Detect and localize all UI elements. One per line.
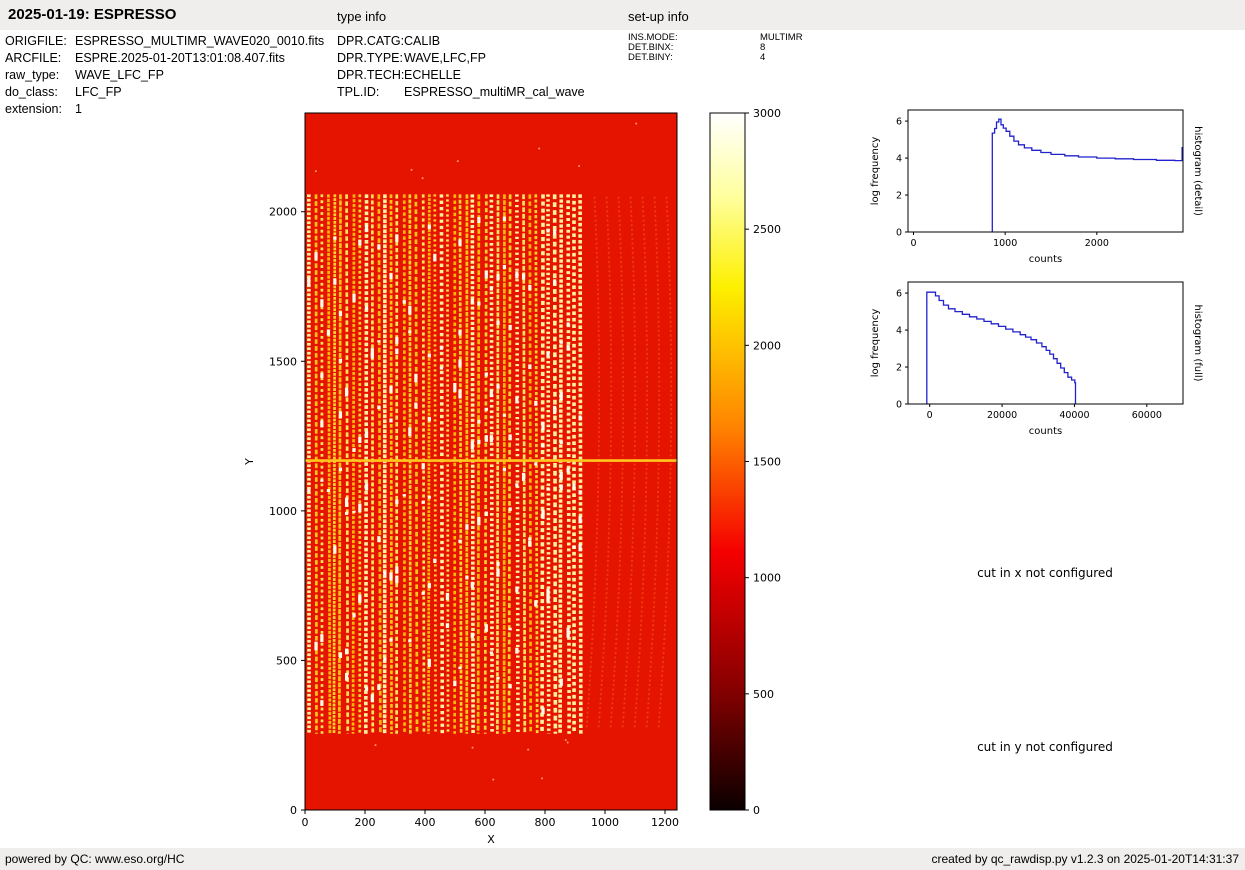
meta-value: 4	[760, 51, 766, 63]
meta-row: raw_type: WAVE_LFC_FP	[5, 67, 324, 84]
tick-label: 600	[475, 816, 496, 829]
meta-label: ARCFILE:	[5, 51, 62, 65]
tick-label: 40000	[1059, 410, 1089, 421]
hist-right-label: histogram (full)	[1192, 304, 1203, 381]
histogram-detail-plot: 0 1000 2000 0 2 4 6 counts log frequency histogra…	[870, 109, 1203, 265]
colorbar-tick-label: 3000	[753, 107, 781, 120]
x-axis-label: counts	[1029, 254, 1062, 265]
setup-info-heading: set-up info	[628, 9, 689, 24]
colorbar-tick-label: 1500	[753, 456, 781, 469]
meta-row: ARCFILE: ESPRE.2025-01-20T13:01:08.407.fi…	[5, 50, 324, 67]
tick-label: 200	[355, 816, 376, 829]
tick-label: 0	[896, 400, 902, 411]
meta-row: DPR.CATG:CALIB	[337, 33, 585, 50]
x-axis-label: counts	[1029, 426, 1062, 437]
x-axis-label: X	[487, 833, 495, 846]
meta-value: WAVE,LFC,FP	[404, 51, 486, 65]
tick-label: 1500	[269, 355, 297, 368]
footer-left: powered by QC: www.eso.org/HC	[5, 852, 185, 866]
cut-y-message: cut in y not configured	[977, 740, 1113, 754]
colorbar-tick-label: 500	[753, 688, 774, 701]
colorbar-tick-label: 2000	[753, 339, 781, 352]
meta-value: LFC_FP	[75, 85, 122, 99]
tick-label: 1000	[269, 505, 297, 518]
tick-label: 0	[910, 238, 916, 249]
colorbar-tick-label: 0	[753, 804, 760, 817]
meta-label: extension:	[5, 102, 62, 116]
meta-label: do_class:	[5, 85, 58, 99]
colorbar-tick-label: 2500	[753, 223, 781, 236]
meta-value: ESPRE.2025-01-20T13:01:08.407.fits	[75, 51, 285, 65]
tick-label: 400	[415, 816, 436, 829]
y-axis-label: log frequency	[870, 309, 881, 378]
meta-value: 1	[75, 102, 82, 116]
header-bar: 2025-01-19: ESPRESSO type info set-up in…	[0, 0, 1245, 30]
page-title: 2025-01-19: ESPRESSO	[8, 6, 177, 23]
hist-right-label: histogram (detail)	[1192, 126, 1203, 216]
meta-row: ORIGFILE: ESPRESSO_MULTIMR_WAVE020_0010.f…	[5, 33, 324, 50]
setup-info-block: INS.MODE: MULTIMR DET.BINX: 8 DET.BINY: 4	[628, 33, 803, 62]
raw-frame-plot: 0 200 400 600 800 1000 1200 0 500 1000 1500 2000 X Y 0…	[243, 107, 781, 846]
colorbar-tick-label: 1000	[753, 572, 781, 585]
tick-label: 0	[290, 804, 297, 817]
footer-bar: powered by QC: www.eso.org/HC created by…	[0, 848, 1245, 870]
type-info-block: DPR.CATG:CALIB DPR.TYPE:WAVE,LFC,FP DPR.TE…	[337, 33, 585, 101]
tick-label: 0	[896, 228, 902, 239]
tick-label: 500	[276, 654, 297, 667]
colorbar	[709, 112, 746, 811]
meta-label: DET.BINY:	[628, 51, 673, 63]
tick-label: 2	[896, 191, 902, 202]
tick-label: 0	[302, 816, 309, 829]
tick-label: 1000	[993, 238, 1017, 249]
tick-label: 6	[896, 117, 902, 128]
tick-label: 60000	[1132, 410, 1162, 421]
meta-value: MULTIMR	[760, 32, 803, 43]
histogram-full-plot: 0 20000 40000 60000 0 2 4 6 counts log frequency h…	[870, 281, 1203, 437]
y-axis-label: Y	[243, 458, 256, 466]
tick-label: 4	[896, 326, 902, 337]
tick-label: 2	[896, 363, 902, 374]
meta-value: ECHELLE	[404, 68, 461, 82]
meta-row: DPR.TYPE:WAVE,LFC,FP	[337, 50, 585, 67]
meta-value: ESPRESSO_multiMR_cal_wave	[404, 85, 585, 99]
meta-row: DPR.TECH:ECHELLE	[337, 67, 585, 84]
footer-right: created by qc_rawdisp.py v1.2.3 on 2025-…	[931, 852, 1239, 866]
tick-label: 6	[896, 289, 902, 300]
meta-row: TPL.ID: ESPRESSO_multiMR_cal_wave	[337, 84, 585, 101]
cut-x-message: cut in x not configured	[977, 566, 1113, 580]
tick-label: 2000	[269, 206, 297, 219]
meta-row: DET.BINY: 4	[628, 51, 803, 63]
y-axis-label: log frequency	[870, 137, 881, 206]
tick-label: 4	[896, 154, 902, 165]
meta-label: DPR.TECH:	[337, 68, 405, 82]
tick-label: 20000	[987, 410, 1017, 421]
meta-label: TPL.ID:	[337, 85, 380, 99]
tick-label: 2000	[1085, 238, 1109, 249]
meta-label: ORIGFILE:	[5, 34, 67, 48]
raw-image-canvas	[305, 113, 677, 810]
meta-value: WAVE_LFC_FP	[75, 68, 164, 82]
tick-label: 1000	[591, 816, 619, 829]
tick-label: 800	[535, 816, 556, 829]
type-info-heading: type info	[337, 9, 387, 24]
meta-row: do_class: LFC_FP	[5, 84, 324, 101]
meta-value: CALIB	[404, 34, 441, 48]
meta-label: raw_type:	[5, 68, 60, 82]
meta-value: ESPRESSO_MULTIMR_WAVE020_0010.fits	[75, 34, 325, 48]
tick-label: 0	[927, 410, 933, 421]
meta-label: DPR.CATG:	[337, 34, 405, 48]
meta-label: DPR.TYPE:	[337, 51, 403, 65]
tick-label: 1200	[651, 816, 679, 829]
